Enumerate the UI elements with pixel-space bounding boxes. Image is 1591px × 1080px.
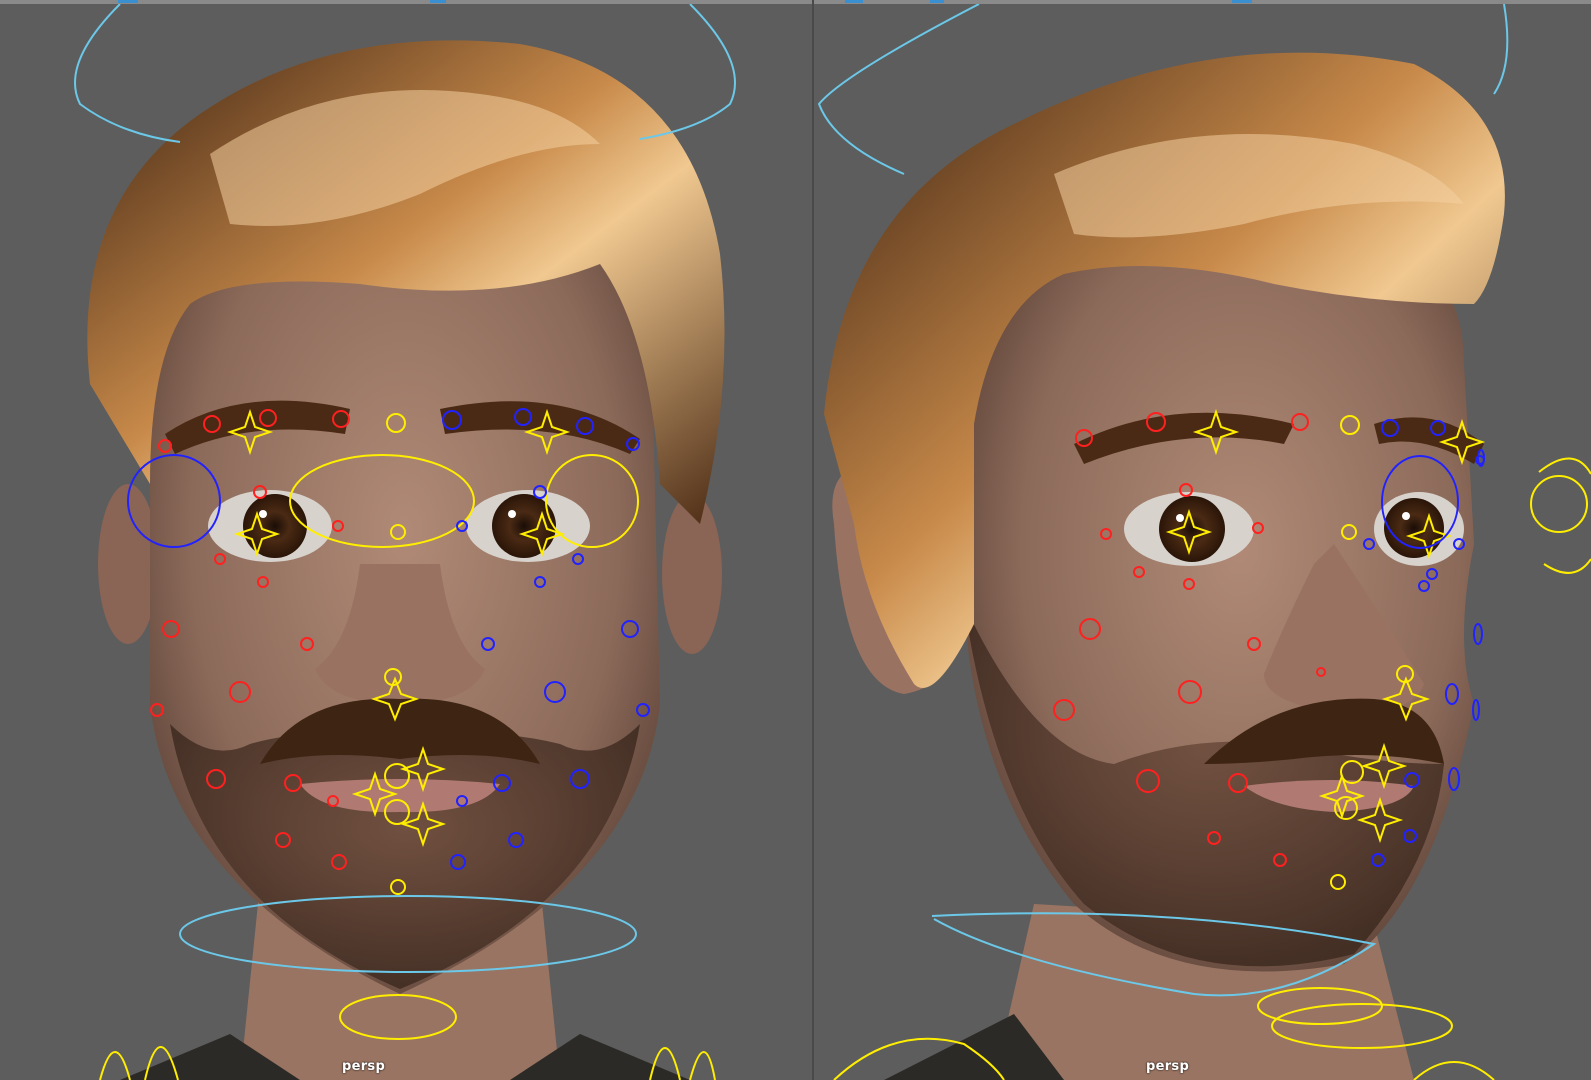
iris-right — [1384, 498, 1444, 558]
eye-glint-right — [1402, 512, 1410, 520]
toolbar-highlight — [430, 0, 446, 3]
viewport-scene[interactable] — [0, 4, 812, 1080]
viewport-scene[interactable] — [814, 4, 1591, 1080]
head-ctrl-curve[interactable] — [817, 4, 980, 175]
toolbar-highlight — [930, 0, 944, 3]
viewport-persp-three-quarter[interactable]: persp — [814, 4, 1591, 1080]
shoulder-ctrl-right[interactable] — [1413, 1061, 1495, 1080]
eye-aim-ctrl-right[interactable] — [1530, 475, 1588, 533]
toolbar-highlight — [845, 0, 863, 3]
maya-viewport-panels: persp persp — [0, 0, 1591, 1080]
toolbar-highlight — [1232, 0, 1252, 3]
camera-name-hud: persp — [342, 1059, 386, 1074]
head-ctrl-curve[interactable] — [74, 4, 181, 143]
eye-aim-ctrl-part[interactable] — [1543, 558, 1591, 574]
toolbar-highlight — [118, 0, 138, 3]
eye-aim-ctrl-part[interactable] — [1538, 457, 1591, 475]
eye-glint-left — [259, 510, 267, 518]
head-ctrl-curve[interactable] — [1493, 4, 1509, 95]
cheek-ctrl[interactable] — [1473, 623, 1483, 645]
viewport-persp-front[interactable]: persp — [0, 4, 812, 1080]
eye-glint-left — [1176, 514, 1184, 522]
beard-stubble — [170, 724, 640, 989]
eye-glint-right — [508, 510, 516, 518]
iris-left — [1159, 496, 1225, 562]
jaw-side-ctrl[interactable] — [1472, 699, 1480, 721]
camera-name-hud: persp — [1146, 1059, 1190, 1074]
ear-right — [662, 494, 722, 654]
